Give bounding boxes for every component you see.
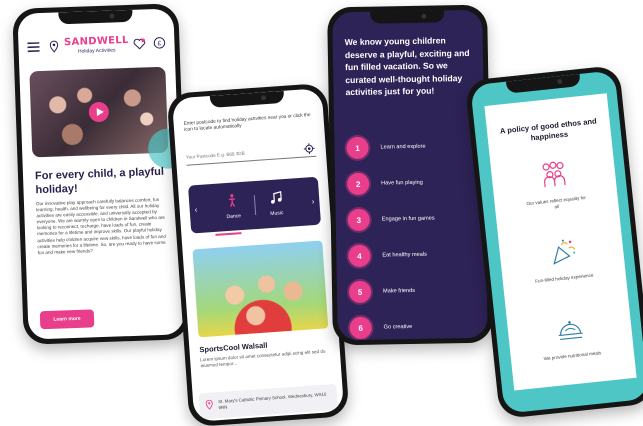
step-label: Engage in fun games: [381, 215, 435, 223]
chevron-right-icon[interactable]: ›: [311, 196, 314, 205]
logo-subtext: Holiday Activities: [77, 47, 116, 55]
benefits-list: 1 Learn and explore 2 Have fun playing 3 En…: [346, 134, 478, 340]
brand-logo[interactable]: SANDWELL Holiday Activities: [64, 35, 129, 55]
step-label: Learn and explore: [380, 143, 426, 151]
list-item: 5 Make friends: [348, 278, 477, 304]
category-dance[interactable]: Dance: [225, 193, 241, 220]
showcase-stage: SANDWELL Holiday Activities £ For every …: [0, 0, 643, 426]
step-number-badge: 4: [348, 244, 371, 268]
feature-label: We provide nutritional meals: [543, 350, 602, 362]
list-item: 1 Learn and explore: [346, 134, 474, 160]
step-number-badge: 5: [348, 280, 372, 304]
hero-video[interactable]: [29, 66, 169, 158]
feature-label: Our values reflect equality for all: [526, 195, 587, 210]
step-number-badge: 2: [346, 172, 370, 196]
heart-icon[interactable]: [132, 36, 146, 50]
phone-ethos: A policy of good ethos and happiness Our…: [464, 64, 643, 420]
step-label: Make friends: [382, 287, 416, 295]
postcode-instructions: Enter postcode to find holiday activitie…: [183, 112, 311, 134]
feature-fun: Fun-filled holiday experience: [509, 234, 616, 288]
notch: [58, 9, 133, 25]
divider: [253, 195, 256, 216]
feature-label: Fun-filled holiday experience: [534, 272, 594, 284]
activity-photo[interactable]: [192, 240, 329, 338]
step-number-badge: 3: [347, 208, 370, 232]
phone-search-screen: Enter postcode to find holiday activitie…: [171, 88, 345, 422]
top-nav: SANDWELL Holiday Activities £: [26, 23, 167, 68]
phone-ethos-screen: A policy of good ethos and happiness Our…: [470, 70, 643, 414]
location-pin-icon[interactable]: [46, 39, 60, 53]
step-label: Go creative: [383, 323, 413, 331]
postcode-input[interactable]: [185, 147, 286, 160]
hero-heading: For every child, a playful holiday!: [34, 165, 165, 197]
party-popper-icon: [545, 237, 578, 271]
notch: [505, 74, 581, 94]
step-label: Eat healthy meals: [382, 251, 427, 259]
category-label: Music: [270, 210, 284, 218]
benefits-headline: We know young children deserve a playful…: [344, 35, 470, 98]
activity-address: St. Mary's Catholic Primary School, Wedn…: [198, 383, 338, 420]
dance-icon: [227, 193, 238, 210]
logo-text: SANDWELL: [63, 34, 129, 49]
phone-search: Enter postcode to find holiday activitie…: [166, 82, 350, 426]
phone-benefits-screen: We know young children deserve a playful…: [332, 9, 488, 341]
hero-body-text: Our innovative play approach carefully b…: [35, 196, 166, 256]
phone-benefits: We know young children deserve a playful…: [327, 4, 493, 346]
step-number-badge: 6: [349, 316, 372, 340]
notch: [370, 10, 445, 24]
meal-dish-icon: [553, 315, 586, 349]
children-playing-image: [192, 240, 329, 338]
chevron-left-icon[interactable]: ‹: [194, 205, 197, 214]
notch: [209, 90, 285, 108]
ethos-title: A policy of good ethos and happiness: [499, 116, 598, 143]
people-group-icon: [537, 160, 570, 194]
phone-home: SANDWELL Holiday Activities £ For every …: [12, 3, 190, 345]
step-number-badge: 1: [346, 136, 369, 160]
list-item: 3 Engage in fun games: [347, 206, 476, 232]
active-category-indicator: [215, 232, 242, 236]
pound-icon[interactable]: £: [152, 36, 166, 50]
list-item: 2 Have fun playing: [346, 170, 475, 196]
category-music[interactable]: Music: [268, 190, 284, 217]
list-item: 4 Eat healthy meals: [348, 242, 476, 268]
category-carousel: ‹ Dance Music ›: [187, 176, 322, 236]
feature-meals: We provide nutritional meals: [517, 311, 624, 365]
postcode-field[interactable]: [185, 140, 317, 166]
menu-icon[interactable]: [26, 40, 40, 54]
step-label: Have fun playing: [381, 179, 423, 187]
location-pin-icon: [205, 397, 214, 416]
locate-icon[interactable]: [301, 141, 316, 156]
category-label: Dance: [226, 213, 242, 221]
address-text: St. Mary's Catholic Primary School, Wedn…: [217, 391, 327, 411]
ethos-card: A policy of good ethos and happiness Our…: [484, 93, 637, 391]
phone-home-screen: SANDWELL Holiday Activities £ For every …: [17, 8, 185, 340]
svg-text:£: £: [158, 40, 162, 47]
feature-equality: Our values reflect equality for all: [501, 156, 609, 215]
learn-more-button[interactable]: Learn more: [39, 309, 95, 330]
list-item: 6 Go creative: [349, 314, 477, 340]
music-icon: [268, 190, 283, 207]
